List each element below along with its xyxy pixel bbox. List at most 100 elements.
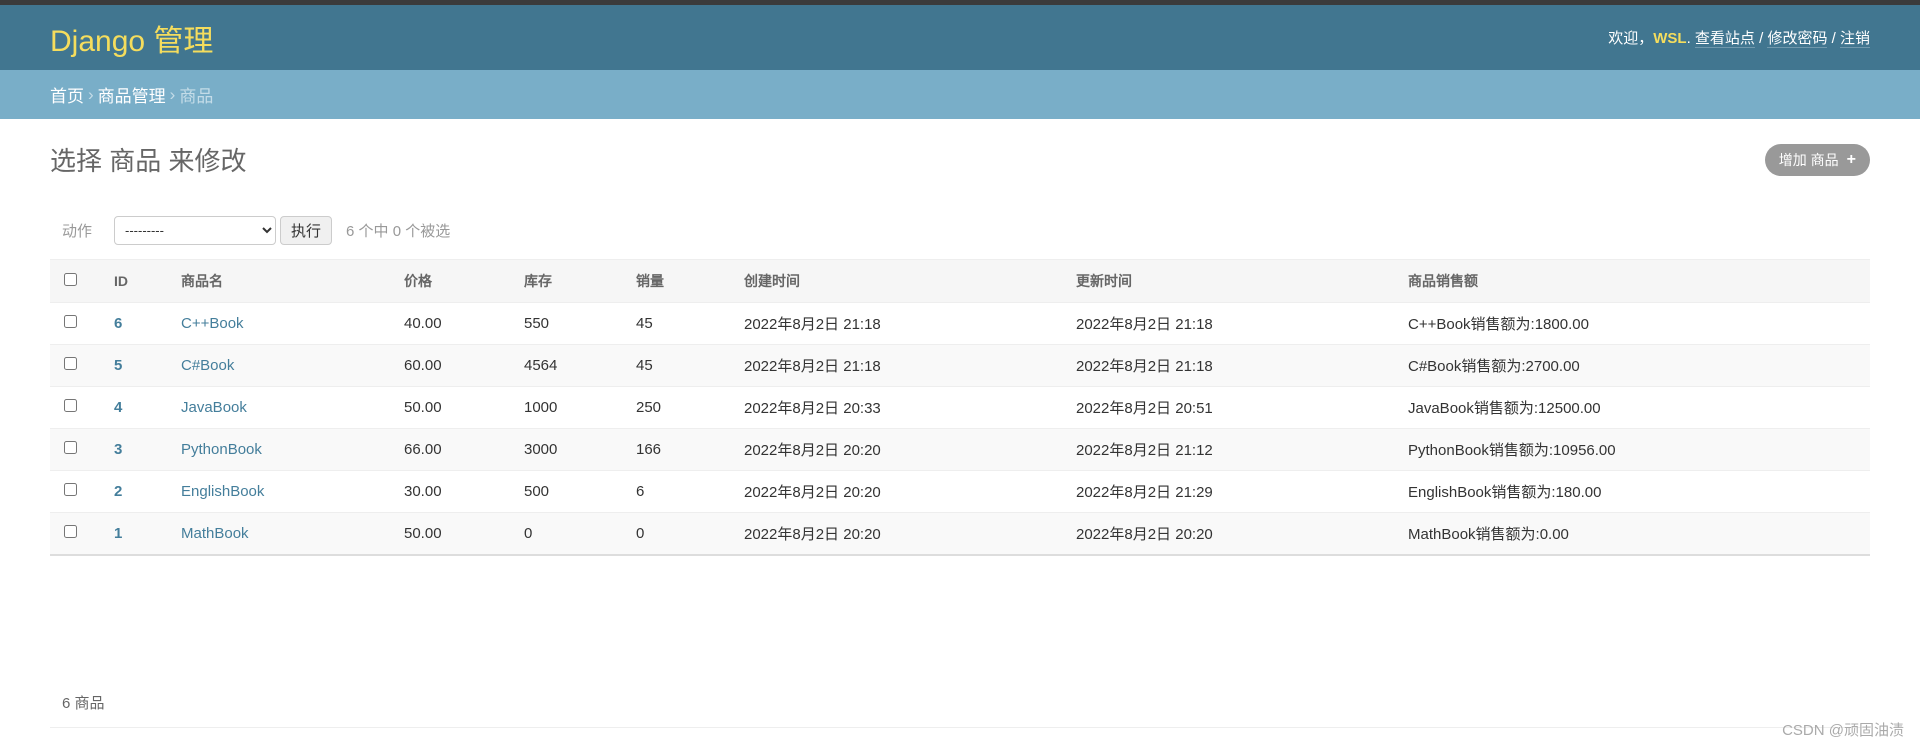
cell-price: 60.00	[392, 344, 512, 387]
cell-id: 3	[114, 428, 177, 471]
row-select-cell	[50, 470, 114, 513]
row-checkbox[interactable]	[64, 525, 77, 538]
action-label: 动作	[62, 222, 93, 240]
plus-icon: +	[1846, 151, 1856, 168]
row-name-link[interactable]: EnglishBook	[181, 483, 264, 500]
result-count: 6 商品	[62, 694, 105, 712]
cell-sales: 250	[624, 386, 732, 429]
column-header-price[interactable]: 价格	[392, 259, 512, 303]
cell-revenue: C++Book销售额为:1800.00	[1396, 302, 1870, 345]
cell-stock: 1000	[512, 386, 624, 429]
cell-name: C#Book	[177, 344, 392, 387]
cell-name: MathBook	[177, 512, 392, 556]
cell-name: C++Book	[177, 302, 392, 345]
logout-link[interactable]: 注销	[1839, 30, 1870, 48]
watermark: CSDN @顽固油渍	[1782, 722, 1904, 739]
cell-id: 2	[114, 470, 177, 513]
cell-price: 50.00	[392, 512, 512, 556]
cell-created: 2022年8月2日 20:33	[732, 386, 1064, 429]
cell-price: 66.00	[392, 428, 512, 471]
row-name-link[interactable]: MathBook	[181, 525, 249, 542]
cell-stock: 4564	[512, 344, 624, 387]
cell-sales: 6	[624, 470, 732, 513]
cell-price: 30.00	[392, 470, 512, 513]
cell-revenue: EnglishBook销售额为:180.00	[1396, 470, 1870, 513]
cell-stock: 500	[512, 470, 624, 513]
row-id-link[interactable]: 5	[114, 357, 122, 374]
add-product-label: 增加 商品	[1778, 152, 1839, 168]
row-name-link[interactable]: PythonBook	[181, 441, 262, 458]
row-checkbox[interactable]	[64, 315, 77, 328]
cell-id: 4	[114, 386, 177, 429]
row-id-link[interactable]: 3	[114, 441, 122, 458]
cell-updated: 2022年8月2日 21:12	[1064, 428, 1396, 471]
row-checkbox[interactable]	[64, 399, 77, 412]
cell-created: 2022年8月2日 20:20	[732, 470, 1064, 513]
row-select-cell	[50, 512, 114, 556]
cell-created: 2022年8月2日 21:18	[732, 344, 1064, 387]
row-checkbox[interactable]	[64, 357, 77, 370]
row-select-cell	[50, 386, 114, 429]
column-header-revenue[interactable]: 商品销售额	[1396, 259, 1870, 303]
username: WSL	[1653, 30, 1687, 47]
row-name-link[interactable]: C#Book	[181, 357, 234, 374]
breadcrumb-app[interactable]: 商品管理	[98, 82, 166, 107]
row-id-link[interactable]: 6	[114, 315, 122, 332]
row-id-link[interactable]: 4	[114, 399, 122, 416]
column-header-id[interactable]: ID	[114, 259, 177, 303]
cell-revenue: C#Book销售额为:2700.00	[1396, 344, 1870, 387]
cell-name: EnglishBook	[177, 470, 392, 513]
row-select-cell	[50, 302, 114, 345]
cell-id: 6	[114, 302, 177, 345]
row-name-link[interactable]: C++Book	[181, 315, 244, 332]
row-id-link[interactable]: 1	[114, 525, 122, 542]
row-id-link[interactable]: 2	[114, 483, 122, 500]
breadcrumb: 首页 › 商品管理 › 商品	[0, 70, 1920, 119]
welcome-text: 欢迎，	[1608, 30, 1654, 47]
row-checkbox[interactable]	[64, 483, 77, 496]
column-header-created[interactable]: 创建时间	[732, 259, 1064, 303]
column-header-sales[interactable]: 销量	[624, 259, 732, 303]
action-select[interactable]: ---------	[114, 215, 276, 245]
column-header-stock[interactable]: 库存	[512, 259, 624, 303]
cell-price: 50.00	[392, 386, 512, 429]
cell-sales: 45	[624, 344, 732, 387]
cell-updated: 2022年8月2日 21:29	[1064, 470, 1396, 513]
cell-price: 40.00	[392, 302, 512, 345]
select-all-checkbox[interactable]	[64, 273, 77, 286]
cell-updated: 2022年8月2日 21:18	[1064, 344, 1396, 387]
row-checkbox[interactable]	[64, 441, 77, 454]
breadcrumb-home[interactable]: 首页	[50, 82, 84, 107]
view-site-link[interactable]: 查看站点	[1694, 30, 1755, 48]
row-name-link[interactable]: JavaBook	[181, 399, 247, 416]
header: Django 管理 欢迎，WSL. 查看站点 / 修改密码 / 注销	[0, 5, 1920, 70]
table-header-row: ID 商品名 价格 库存 销量 创建时间 更新时间 商品销售额	[50, 259, 1870, 303]
select-all-cell	[50, 259, 114, 303]
column-header-name[interactable]: 商品名	[177, 259, 392, 303]
cell-name: PythonBook	[177, 428, 392, 471]
run-action-button[interactable]: 执行	[280, 215, 333, 245]
table-row: 6 C++Book 40.00 550 45 2022年8月2日 21:18 2022年8月…	[50, 302, 1870, 345]
user-tools: 欢迎，WSL. 查看站点 / 修改密码 / 注销	[1608, 30, 1870, 48]
cell-revenue: MathBook销售额为:0.00	[1396, 512, 1870, 556]
change-password-link[interactable]: 修改密码	[1767, 30, 1828, 48]
result-table: ID 商品名 价格 库存 销量 创建时间 更新时间 商品销售额 6 C++Book…	[50, 259, 1870, 556]
page-title: 选择 商品 来修改	[50, 146, 247, 176]
cell-stock: 0	[512, 512, 624, 556]
row-select-cell	[50, 344, 114, 387]
cell-sales: 0	[624, 512, 732, 556]
site-branding[interactable]: Django 管理	[50, 16, 213, 60]
cell-sales: 166	[624, 428, 732, 471]
add-product-button[interactable]: 增加 商品 +	[1764, 144, 1870, 176]
cell-id: 5	[114, 344, 177, 387]
paginator: 6 商品	[50, 677, 1870, 728]
cell-updated: 2022年8月2日 21:18	[1064, 302, 1396, 345]
breadcrumb-separator: ›	[88, 84, 94, 104]
table-row: 1 MathBook 50.00 0 0 2022年8月2日 20:20 2022年8月2日…	[50, 512, 1870, 556]
column-header-updated[interactable]: 更新时间	[1064, 259, 1396, 303]
cell-stock: 550	[512, 302, 624, 345]
cell-revenue: PythonBook销售额为:10956.00	[1396, 428, 1870, 471]
cell-created: 2022年8月2日 20:20	[732, 428, 1064, 471]
cell-created: 2022年8月2日 20:20	[732, 512, 1064, 556]
cell-id: 1	[114, 512, 177, 556]
